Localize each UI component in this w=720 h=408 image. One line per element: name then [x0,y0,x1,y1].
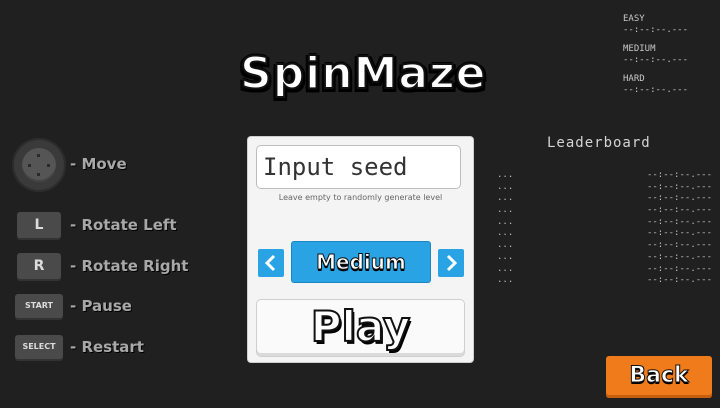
back-button[interactable]: Back [606,356,712,398]
control-label-pause: - Pause [70,297,132,315]
best-time-easy: EASY --:--:--.--- [623,14,713,36]
leaderboard-time: --:--:--.--- [646,170,712,180]
best-time-label: MEDIUM [623,44,656,54]
leaderboard-name: ... [497,240,514,251]
best-time-value: --:--:--.--- [623,85,689,95]
control-label-move: - Move [70,155,127,173]
leaderboard-row: ... --:--:--.--- [497,252,712,264]
joystick-icon [12,138,66,192]
best-time-hard: HARD --:--:--.--- [623,74,713,96]
leaderboard-name: ... [497,228,514,239]
difficulty-prev-button[interactable] [258,249,284,277]
leaderboard-time: --:--:--.--- [646,251,712,262]
leaderboard-name: ... [497,263,514,274]
leaderboard-row: ... --:--:--.--- [497,264,712,276]
leaderboard-name: ... [497,275,514,286]
control-label-restart: - Restart [70,338,144,356]
leaderboard-name: ... [497,170,514,180]
game-title: SpinMaze [239,47,487,100]
seed-hint: Leave empty to randomly generate level [278,193,443,202]
control-label-rotate-left: - Rotate Left [70,216,177,234]
leaderboard-row: ... --:--:--.--- [497,205,712,217]
leaderboard-row: ... --:--:--.--- [497,182,712,194]
leaderboard-row: ... --:--:--.--- [497,228,712,240]
play-button[interactable]: Play [256,299,465,357]
best-time-value: --:--:--.--- [623,55,689,65]
leaderboard-name: ... [497,251,514,262]
best-time-value: --:--:--.--- [623,25,689,35]
leaderboard-name: ... [497,193,514,204]
leaderboard-row: ... --:--:--.--- [497,170,712,182]
leaderboard-row: ... --:--:--.--- [497,275,712,287]
best-time-medium: MEDIUM --:--:--.--- [623,44,713,66]
leaderboard-time: --:--:--.--- [646,205,712,216]
leaderboard-name: ... [497,181,514,192]
leaderboard-name: ... [497,216,514,227]
difficulty-next-button[interactable] [438,249,464,277]
level-setup-panel: Leave empty to randomly generate level M… [248,137,473,362]
leaderboard-row: ... --:--:--.--- [497,193,712,205]
leaderboard-time: --:--:--.--- [646,181,712,192]
leaderboard-time: --:--:--.--- [646,216,712,227]
leaderboard-row: ... --:--:--.--- [497,217,712,229]
leaderboard-time: --:--:--.--- [646,263,712,274]
chevron-right-icon [446,254,458,272]
leaderboard-time: --:--:--.--- [646,240,712,251]
leaderboard-list: ... --:--:--.--- ... --:--:--.--- ... --:--… [497,170,712,287]
key-r: R [17,253,61,279]
difficulty-selector[interactable]: Medium [291,241,431,283]
chevron-left-icon [264,254,276,272]
leaderboard-title: Leaderboard [547,135,651,151]
best-time-label: HARD [623,74,645,84]
leaderboard-time: --:--:--.--- [646,193,712,204]
leaderboard-row: ... --:--:--.--- [497,240,712,252]
leaderboard-name: ... [497,205,514,216]
best-times: EASY --:--:--.--- MEDIUM --:--:--.--- HA… [623,14,713,104]
leaderboard-time: --:--:--.--- [646,228,712,239]
seed-input[interactable] [256,145,461,189]
leaderboard-time: --:--:--.--- [646,275,712,286]
best-time-label: EASY [623,14,645,24]
key-l: L [17,212,61,238]
control-label-rotate-right: - Rotate Right [70,257,189,275]
key-select: SELECT [15,335,63,359]
key-start: START [15,294,63,318]
